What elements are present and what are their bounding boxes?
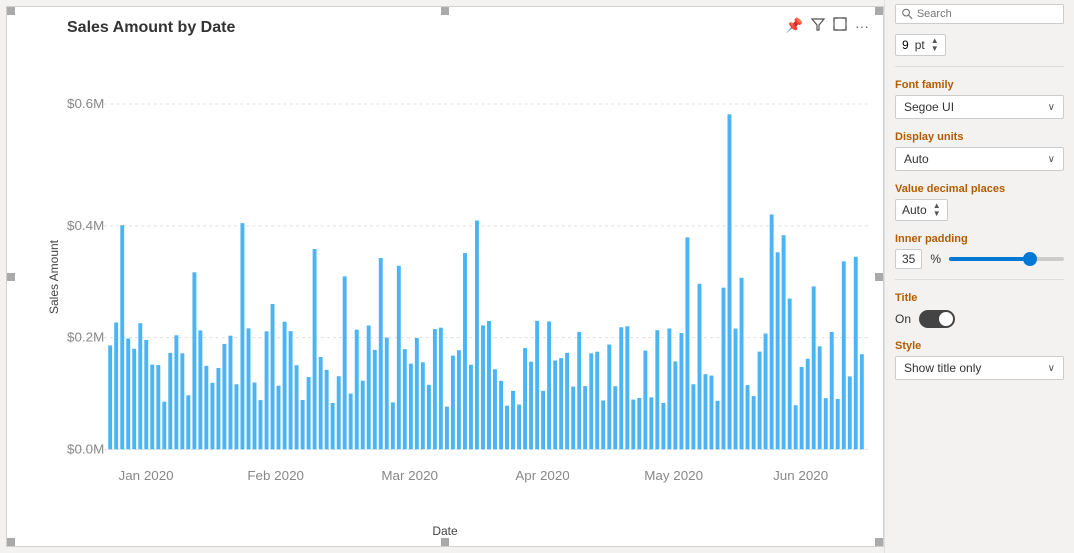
svg-text:Feb 2020: Feb 2020 (247, 468, 304, 483)
search-input[interactable] (917, 8, 1057, 20)
resize-handle-tr[interactable] (875, 7, 883, 15)
value-decimal-section: Value decimal places Auto ▲ ▼ (895, 181, 1064, 221)
value-decimal-value: Auto (902, 203, 927, 217)
title-section: Title On (895, 290, 1064, 328)
divider-2 (895, 279, 1064, 280)
style-label: Style (895, 340, 1064, 352)
style-section: Style Show title only ∨ (895, 338, 1064, 380)
y-axis-label: Sales Amount (47, 239, 61, 313)
decimal-down[interactable]: ▼ (933, 210, 941, 218)
search-row[interactable] (895, 4, 1064, 24)
resize-handle-lm[interactable] (7, 273, 15, 281)
font-size-spinner[interactable]: ▲ ▼ (931, 37, 939, 53)
value-decimal-spinner[interactable]: ▲ ▼ (933, 202, 941, 218)
divider-1 (895, 66, 1064, 67)
filter-icon[interactable] (811, 17, 825, 34)
chart-svg: $0.0M $0.2M $0.4M $0.6M Jan 2020 Feb 202… (67, 43, 871, 490)
value-decimal-stepper[interactable]: Auto ▲ ▼ (895, 199, 948, 221)
svg-text:Apr 2020: Apr 2020 (515, 468, 569, 483)
style-chevron: ∨ (1048, 363, 1055, 374)
font-family-value: Segoe UI (904, 100, 954, 114)
x-axis-label: Date (432, 524, 457, 538)
svg-text:May 2020: May 2020 (644, 468, 703, 483)
pt-label: pt (915, 38, 925, 52)
padding-slider-track[interactable] (949, 257, 1064, 261)
font-size-value: 9 (902, 38, 909, 52)
svg-text:$0.6M: $0.6M (67, 96, 104, 111)
spinner-down[interactable]: ▼ (931, 45, 939, 53)
title-toggle-label: On (895, 312, 911, 326)
chart-container: Sales Amount by Date 📌 ··· Sales Amount (6, 6, 884, 547)
pin-icon[interactable]: 📌 (786, 17, 803, 34)
resize-handle-tm[interactable] (441, 7, 449, 15)
padding-slider-fill (949, 257, 1029, 261)
more-icon[interactable]: ··· (855, 18, 869, 34)
title-section-label: Title (895, 292, 1064, 304)
inner-padding-label: Inner padding (895, 233, 1064, 245)
title-toggle-knob (939, 312, 953, 326)
display-units-label: Display units (895, 131, 1064, 143)
value-decimal-label: Value decimal places (895, 183, 1064, 195)
expand-icon[interactable] (833, 17, 847, 34)
padding-row: 35 % (895, 249, 1064, 269)
svg-text:$0.4M: $0.4M (67, 218, 104, 233)
svg-text:$0.2M: $0.2M (67, 330, 104, 345)
style-dropdown[interactable]: Show title only ∨ (895, 356, 1064, 380)
display-units-dropdown[interactable]: Auto ∨ (895, 147, 1064, 171)
resize-handle-bm[interactable] (441, 538, 449, 546)
padding-value: 35 (902, 252, 915, 266)
font-family-label: Font family (895, 79, 1064, 91)
svg-text:Mar 2020: Mar 2020 (381, 468, 438, 483)
padding-value-box[interactable]: 35 (895, 249, 922, 269)
padding-slider-thumb[interactable] (1023, 252, 1037, 266)
display-units-value: Auto (904, 152, 929, 166)
resize-handle-br[interactable] (875, 538, 883, 546)
display-units-section: Display units Auto ∨ (895, 129, 1064, 171)
font-family-dropdown[interactable]: Segoe UI ∨ (895, 95, 1064, 119)
style-value: Show title only (904, 361, 981, 375)
right-panel: 9 pt ▲ ▼ Font family Segoe UI ∨ Display … (884, 0, 1074, 553)
chart-title: Sales Amount by Date (67, 19, 871, 37)
font-family-chevron: ∨ (1048, 102, 1055, 113)
inner-padding-section: Inner padding 35 % (895, 231, 1064, 269)
svg-text:Jun 2020: Jun 2020 (773, 468, 828, 483)
svg-text:$0.0M: $0.0M (67, 442, 104, 457)
search-icon (902, 8, 913, 20)
padding-pct: % (930, 252, 941, 266)
chart-toolbar: 📌 ··· (786, 17, 869, 34)
svg-text:Jan 2020: Jan 2020 (119, 468, 174, 483)
font-size-box[interactable]: 9 pt ▲ ▼ (895, 34, 946, 56)
font-family-section: Font family Segoe UI ∨ (895, 77, 1064, 119)
font-size-row: 9 pt ▲ ▼ (895, 34, 1064, 56)
title-toggle-switch[interactable] (919, 310, 955, 328)
resize-handle-rm[interactable] (875, 273, 883, 281)
resize-handle-tl[interactable] (7, 7, 15, 15)
title-toggle-track[interactable] (919, 310, 955, 328)
title-toggle-row: On (895, 310, 1064, 328)
display-units-chevron: ∨ (1048, 154, 1055, 165)
resize-handle-bl[interactable] (7, 538, 15, 546)
